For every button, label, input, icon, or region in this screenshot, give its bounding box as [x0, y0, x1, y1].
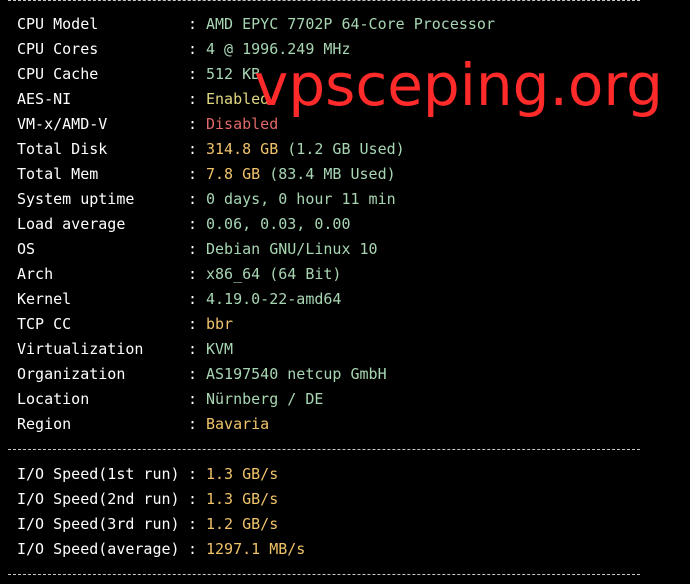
- row-value-wrap: bbr: [206, 312, 233, 337]
- row-colon: :: [188, 40, 198, 58]
- row-colon: :: [188, 340, 198, 358]
- row-value: 4.19.0-22-amd64: [206, 290, 342, 308]
- row-value-wrap: 1.3 GB/s: [206, 462, 278, 487]
- row-colon: :: [188, 215, 198, 233]
- row-value: 0 days, 0 hour 11 min: [206, 190, 396, 208]
- row-value-wrap: 1.3 GB/s: [206, 487, 278, 512]
- row-colon: :: [188, 190, 198, 208]
- row-colon: :: [188, 165, 198, 183]
- row-value: 314.8 GB: [206, 140, 279, 158]
- row-label: Total Mem: [17, 165, 99, 183]
- row-label: VM-x/AMD-V: [17, 115, 108, 133]
- row-value-wrap: 512 KB: [206, 62, 260, 87]
- row-label: I/O Speed(3rd run): [17, 515, 180, 533]
- row-colon: :: [188, 490, 198, 508]
- row-value: 0.06, 0.03, 0.00: [206, 215, 351, 233]
- row-colon: :: [188, 415, 198, 433]
- row-value-wrap: 4.19.0-22-amd64: [206, 287, 341, 312]
- separator-middle: [8, 449, 640, 450]
- row-value-wrap: 7.8 GB (83.4 MB Used): [206, 162, 396, 187]
- row-value: AMD EPYC 7702P 64-Core Processor: [206, 15, 495, 33]
- row-value: x86_64 (64 Bit): [206, 265, 342, 283]
- row-value: 7.8 GB: [206, 165, 261, 183]
- row-value: Bavaria: [206, 415, 270, 433]
- row-colon: :: [188, 65, 198, 83]
- row-label: CPU Model: [17, 15, 99, 33]
- row-colon: :: [188, 115, 198, 133]
- separator-top: [8, 0, 640, 1]
- row-colon: :: [188, 540, 198, 558]
- row-colon: :: [188, 15, 198, 33]
- row-label: Organization: [17, 365, 126, 383]
- row-label: CPU Cores: [17, 40, 99, 58]
- row-value: KVM: [206, 340, 234, 358]
- row-label: AES-NI: [17, 90, 72, 108]
- row-colon: :: [188, 515, 198, 533]
- row-value-wrap: 1297.1 MB/s: [206, 537, 305, 562]
- row-label: I/O Speed(average): [17, 540, 180, 558]
- row-value-wrap: Debian GNU/Linux 10: [206, 237, 378, 262]
- row-label: Kernel: [17, 290, 72, 308]
- row-value: 512 KB: [206, 65, 261, 83]
- row-value: 1297.1 MB/s: [206, 540, 306, 558]
- row-label: Arch: [17, 265, 54, 283]
- row-value: 1.3 GB/s: [206, 490, 279, 508]
- row-value-wrap: AMD EPYC 7702P 64-Core Processor: [206, 12, 495, 37]
- row-value-wrap: 314.8 GB (1.2 GB Used): [206, 137, 405, 162]
- row-colon: :: [188, 90, 198, 108]
- row-colon: :: [188, 240, 198, 258]
- row-value-extra: (1.2 GB Used): [287, 140, 405, 158]
- row-value-wrap: x86_64 (64 Bit): [206, 262, 341, 287]
- row-label: Location: [17, 390, 90, 408]
- row-label: Virtualization: [17, 340, 144, 358]
- terminal-output: CPU Model: AMD EPYC 7702P 64-Core Process…: [0, 0, 690, 584]
- row-value-wrap: 1.2 GB/s: [206, 512, 278, 537]
- row-value-wrap: Bavaria: [206, 412, 269, 437]
- row-label: I/O Speed(1st run): [17, 465, 180, 483]
- row-label: OS: [17, 240, 36, 258]
- row-label: Load average: [17, 215, 126, 233]
- row-colon: :: [188, 315, 198, 333]
- row-value-extra: (83.4 MB Used): [269, 165, 396, 183]
- row-colon: :: [188, 390, 198, 408]
- row-colon: :: [188, 365, 198, 383]
- row-value: 1.3 GB/s: [206, 465, 279, 483]
- row-label: CPU Cache: [17, 65, 99, 83]
- row-label: Region: [17, 415, 72, 433]
- row-value: Debian GNU/Linux 10: [206, 240, 378, 258]
- row-colon: :: [188, 140, 198, 158]
- row-value-wrap: KVM: [206, 337, 233, 362]
- row-value-wrap: Nürnberg / DE: [206, 387, 323, 412]
- row-colon: :: [188, 290, 198, 308]
- row-value: Nürnberg / DE: [206, 390, 324, 408]
- row-label: TCP CC: [17, 315, 72, 333]
- watermark-text: vpsceping.org: [254, 51, 664, 119]
- row-label: I/O Speed(2nd run): [17, 490, 180, 508]
- row-value-wrap: AS197540 netcup GmbH: [206, 362, 387, 387]
- row-value: bbr: [206, 315, 234, 333]
- row-label: Total Disk: [17, 140, 108, 158]
- row-value: 1.2 GB/s: [206, 515, 279, 533]
- row-colon: :: [188, 265, 198, 283]
- row-colon: :: [188, 465, 198, 483]
- separator-bottom: [8, 574, 640, 575]
- row-value: AS197540 netcup GmbH: [206, 365, 387, 383]
- row-value-wrap: 0.06, 0.03, 0.00: [206, 212, 351, 237]
- row-label: System uptime: [17, 190, 135, 208]
- row-value-wrap: 0 days, 0 hour 11 min: [206, 187, 396, 212]
